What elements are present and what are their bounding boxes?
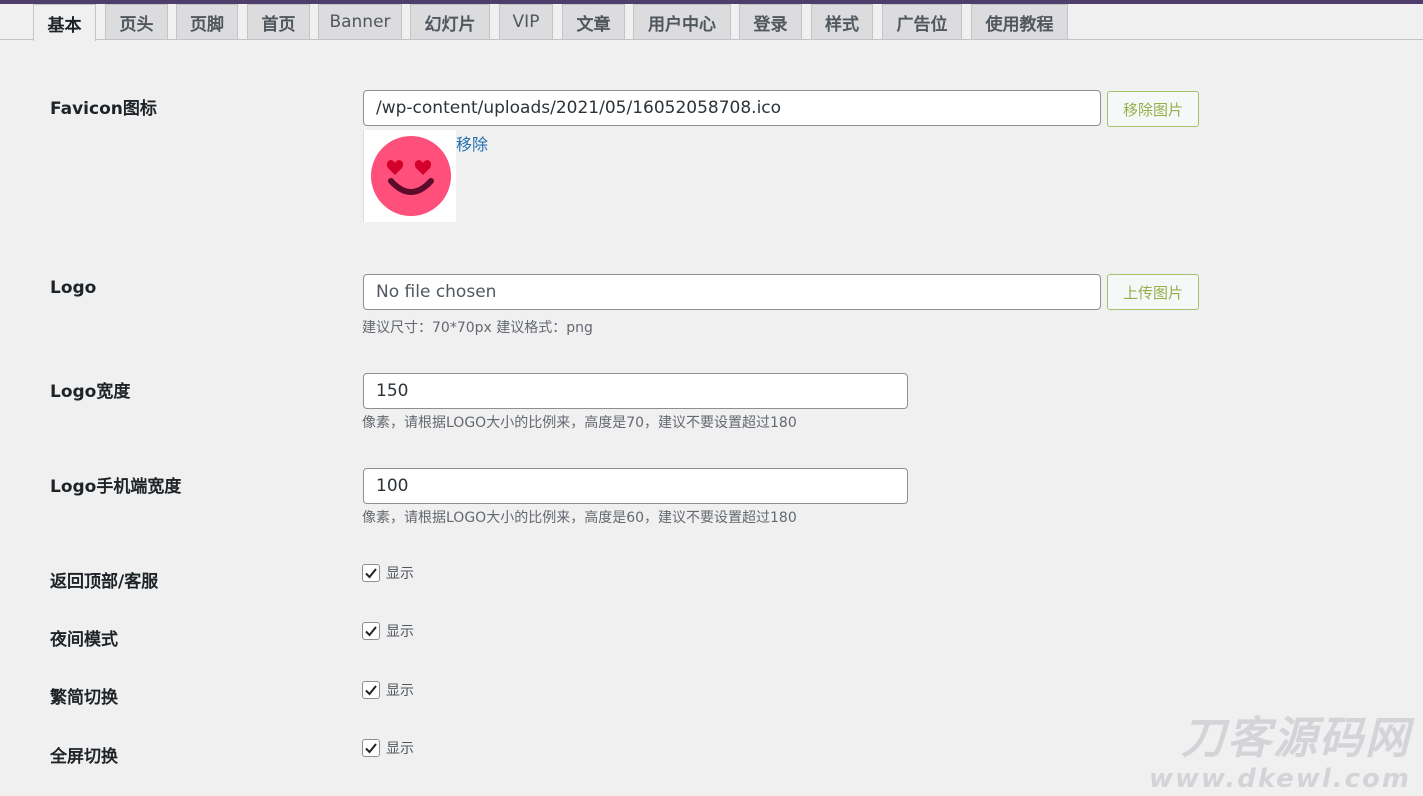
back-to-top-checkbox[interactable] [362,564,380,582]
night-mode-label: 夜间模式 [50,630,118,650]
logo-label: Logo [50,278,97,298]
checkmark-icon [365,626,377,637]
tabs-divider [0,39,1423,40]
checkmark-icon [365,568,377,579]
favicon-preview [363,130,456,222]
tab-style[interactable]: 样式 [811,4,873,39]
logo-hint: 建议尺寸：70*70px 建议格式：png [362,320,593,336]
night-mode-toggle: 显示 [362,621,414,641]
night-mode-text: 显示 [386,624,414,640]
heart-eyes-emoji-icon [371,136,451,216]
tab-article[interactable]: 文章 [562,4,625,39]
fullscreen-checkbox[interactable] [362,739,380,757]
tab-header[interactable]: 页头 [105,4,168,39]
favicon-url-input[interactable]: /wp-content/uploads/2021/05/16052058708.… [363,90,1101,126]
watermark: 刀客源码网 www.dkewl.com [1131,713,1411,795]
tab-ads[interactable]: 广告位 [882,4,962,39]
fullscreen-text: 显示 [386,741,414,757]
checkmark-icon [365,743,377,754]
logo-width-hint: 像素，请根据LOGO大小的比例来，高度是70，建议不要设置超过180 [362,415,797,431]
tab-user-center[interactable]: 用户中心 [633,4,731,39]
tab-tutorial[interactable]: 使用教程 [971,4,1068,39]
checkmark-icon [365,685,377,696]
traditional-simplified-label: 繁简切换 [50,688,118,708]
back-to-top-toggle: 显示 [362,563,414,583]
remove-image-button[interactable]: 移除图片 [1107,91,1199,127]
night-mode-checkbox[interactable] [362,622,380,640]
favicon-label: Favicon图标 [50,99,157,119]
logo-width-input[interactable]: 150 [363,373,908,409]
back-to-top-text: 显示 [386,566,414,582]
fullscreen-toggle: 显示 [362,738,414,758]
upload-image-button[interactable]: 上传图片 [1107,274,1199,310]
logo-width-label: Logo宽度 [50,382,131,402]
watermark-url: www.dkewl.com [1148,764,1411,794]
watermark-title: 刀客源码网 [1181,713,1411,764]
logo-file-input[interactable]: No file chosen [363,274,1101,310]
fullscreen-label: 全屏切换 [50,747,118,767]
logo-mobile-width-hint: 像素，请根据LOGO大小的比例来，高度是60，建议不要设置超过180 [362,510,797,526]
tab-banner[interactable]: Banner [318,4,402,39]
tab-footer[interactable]: 页脚 [176,4,238,39]
traditional-simplified-text: 显示 [386,683,414,699]
traditional-simplified-toggle: 显示 [362,680,414,700]
tab-slider[interactable]: 幻灯片 [410,4,490,39]
logo-mobile-width-label: Logo手机端宽度 [50,477,182,497]
back-to-top-label: 返回顶部/客服 [50,572,159,592]
traditional-simplified-checkbox[interactable] [362,681,380,699]
logo-mobile-width-input[interactable]: 100 [363,468,908,504]
tab-vip[interactable]: VIP [499,4,553,39]
tab-login[interactable]: 登录 [739,4,802,39]
tab-basic[interactable]: 基本 [33,4,96,41]
tab-home[interactable]: 首页 [247,4,310,39]
favicon-remove-link[interactable]: 移除 [456,131,488,155]
